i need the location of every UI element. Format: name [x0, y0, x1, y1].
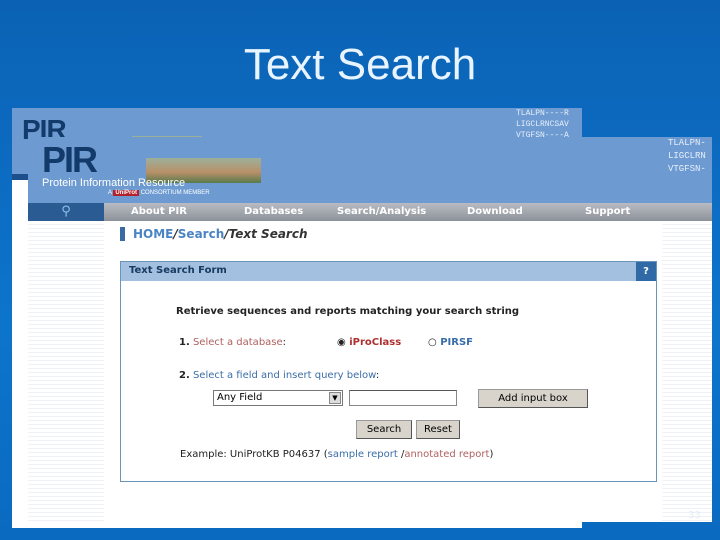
radio-unchecked-icon[interactable]: ○: [428, 337, 437, 348]
sample-report-link[interactable]: sample report: [328, 449, 401, 460]
pirsf-link[interactable]: PIRSF: [440, 337, 473, 348]
select-field-link[interactable]: Select a field and insert query below: [193, 370, 376, 381]
search-button[interactable]: Search: [356, 420, 412, 439]
colon: :: [282, 337, 287, 348]
example-text: Example: UniProtKB P04637 (sample report…: [180, 449, 493, 460]
seq-line: LIGCLRN: [668, 151, 706, 161]
form-title: Text Search Form: [129, 265, 227, 276]
nav-about-pir[interactable]: About PIR: [131, 203, 187, 221]
colon: :: [375, 370, 380, 381]
query-input[interactable]: [349, 390, 457, 406]
example-suffix: ): [489, 449, 494, 460]
seq-line: LIGCLRNCSAV: [516, 120, 569, 129]
header-banner: PIR Protein Information Resource A UniPr…: [28, 137, 712, 203]
annotated-report-link[interactable]: annotated report: [404, 449, 489, 460]
slide-title: Text Search: [243, 40, 477, 89]
select-database-link[interactable]: Select a database: [193, 337, 283, 348]
prefix: A: [108, 190, 112, 196]
sequence-text: TLALPN- LIGCLRN VTGFSN-: [668, 137, 706, 176]
left-sidebar: [28, 221, 104, 522]
help-button[interactable]: ?: [636, 262, 656, 281]
form-intro: Retrieve sequences and reports matching …: [176, 306, 520, 317]
nav-support[interactable]: Support: [585, 203, 630, 221]
radio-pirsf[interactable]: ○ PIRSF: [428, 337, 473, 348]
logo-subtitle: Protein Information Resource: [42, 177, 186, 189]
breadcrumb-search[interactable]: Search: [178, 227, 224, 241]
page-number: 33: [688, 510, 701, 521]
step-1: 1. Select a database:: [179, 337, 286, 348]
chevron-down-icon[interactable]: ▼: [329, 392, 341, 404]
right-sidebar: [662, 221, 712, 522]
seq-line: TLALPN----R: [516, 109, 569, 118]
field-select-value: Any Field: [217, 392, 263, 403]
field-select[interactable]: Any Field ▼: [213, 390, 343, 406]
nav-databases[interactable]: Databases: [244, 203, 303, 221]
breadcrumb: HOME/Search/Text Search: [120, 227, 308, 241]
consortium-text: A UniProt CONSORTIUM MEMBER: [108, 190, 210, 196]
step-num: 1.: [179, 337, 190, 348]
pir-screenshot: PIR Protein Information Resource A UniPr…: [28, 137, 712, 522]
breadcrumb-current: Text Search: [228, 227, 308, 241]
pir-logo[interactable]: PIR: [42, 139, 98, 181]
suffix: CONSORTIUM MEMBER: [140, 190, 210, 196]
add-input-box-button[interactable]: Add input box: [478, 389, 588, 408]
breadcrumb-home[interactable]: HOME: [133, 227, 173, 241]
nav-bar: ⚲ About PIR Databases Search/Analysis Do…: [28, 203, 712, 221]
seq-line: VTGFSN-: [668, 164, 706, 174]
example-prefix: Example: UniProtKB P04637 (: [180, 449, 328, 460]
reset-button[interactable]: Reset: [416, 420, 460, 439]
radio-iproclass[interactable]: ◉ iProClass: [337, 337, 401, 348]
seq-line: TLALPN-: [668, 138, 706, 148]
nav-download[interactable]: Download: [467, 203, 523, 221]
text-search-form: Text Search Form? Retrieve sequences and…: [120, 261, 657, 482]
iproclass-link[interactable]: iProClass: [349, 337, 401, 348]
step-num: 2.: [179, 370, 190, 381]
nav-search-analysis[interactable]: Search/Analysis: [337, 203, 426, 221]
radio-checked-icon[interactable]: ◉: [337, 337, 346, 348]
search-icon[interactable]: ⚲: [28, 203, 104, 221]
step-2: 2. Select a field and insert query below…: [179, 370, 379, 381]
uniprot-badge: UniProt: [113, 190, 140, 196]
